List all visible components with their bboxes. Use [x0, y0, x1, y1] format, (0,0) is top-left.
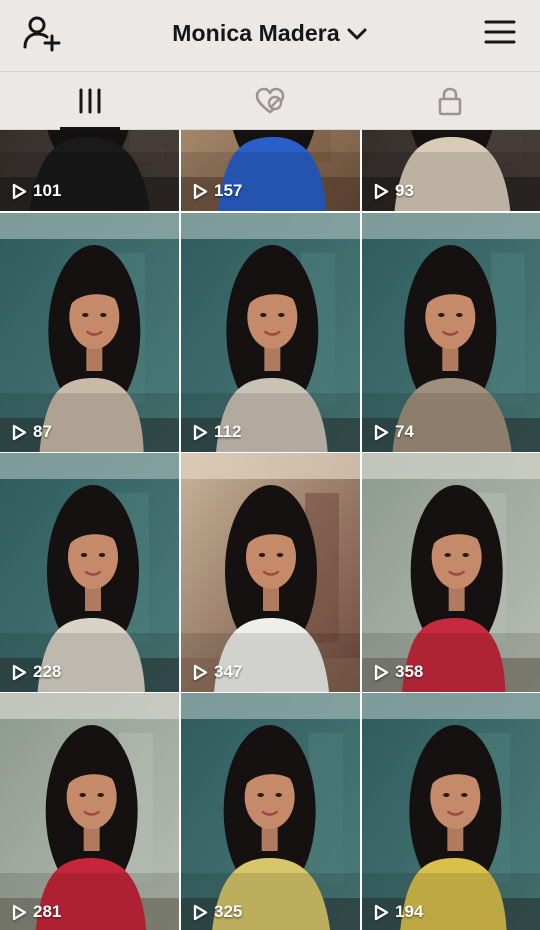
view-count: 281 — [12, 902, 61, 922]
view-count-value: 358 — [395, 662, 424, 681]
view-count: 112 — [193, 422, 241, 442]
view-count-value: 281 — [33, 902, 62, 921]
video-thumbnail — [0, 693, 179, 930]
video-tile[interactable]: 93 — [362, 130, 540, 211]
video-thumbnail — [362, 453, 540, 692]
play-icon — [374, 904, 389, 920]
view-count-value: 93 — [395, 181, 414, 200]
lock-icon — [438, 87, 462, 116]
video-tile[interactable]: 325 — [181, 693, 360, 930]
view-count: 87 — [12, 422, 52, 442]
video-thumbnail — [181, 453, 360, 692]
video-tile[interactable]: 112 — [181, 213, 360, 452]
video-tile[interactable]: 347 — [181, 453, 360, 692]
chevron-down-icon — [347, 28, 367, 40]
play-icon — [193, 904, 208, 920]
video-thumbnail — [0, 213, 179, 452]
video-tile[interactable]: 74 — [362, 213, 540, 452]
play-icon — [12, 424, 27, 440]
profile-tabs — [0, 72, 540, 130]
play-icon — [12, 664, 27, 680]
account-switcher[interactable]: Monica Madera — [0, 18, 540, 48]
view-count-value: 87 — [33, 422, 52, 441]
view-count: 358 — [374, 662, 423, 682]
view-count: 74 — [374, 422, 414, 442]
video-thumbnail — [181, 213, 360, 452]
view-count: 228 — [12, 662, 61, 682]
view-count-value: 112 — [214, 422, 242, 441]
view-count: 101 — [12, 181, 61, 201]
play-icon — [374, 183, 389, 199]
play-icon — [193, 664, 208, 680]
video-grid: 101 157 93 87 112 74 228 347 358 281 325… — [0, 130, 540, 930]
video-thumbnail — [0, 453, 179, 692]
hamburger-menu-icon[interactable] — [484, 18, 516, 46]
play-icon — [12, 183, 27, 199]
view-count-value: 194 — [395, 902, 424, 921]
profile-header: Monica Madera — [0, 0, 540, 72]
view-count-value: 74 — [395, 422, 414, 441]
view-count-value: 325 — [214, 902, 243, 921]
play-icon — [374, 664, 389, 680]
video-tile[interactable]: 228 — [0, 453, 179, 692]
video-thumbnail — [362, 213, 540, 452]
profile-username: Monica Madera — [172, 19, 340, 46]
video-tile[interactable]: 87 — [0, 213, 179, 452]
view-count-value: 157 — [214, 181, 243, 200]
play-icon — [374, 424, 389, 440]
video-thumbnail — [362, 693, 540, 930]
video-tile[interactable]: 281 — [0, 693, 179, 930]
view-count: 347 — [193, 662, 242, 682]
play-icon — [193, 183, 208, 199]
view-count: 157 — [193, 181, 242, 201]
video-tile[interactable]: 157 — [181, 130, 360, 211]
video-tile[interactable]: 101 — [0, 130, 179, 211]
view-count: 325 — [193, 902, 242, 922]
liked-hidden-icon — [255, 87, 285, 114]
video-thumbnail — [181, 693, 360, 930]
tab-liked[interactable] — [180, 72, 360, 130]
view-count-value: 347 — [214, 662, 243, 681]
tab-videos[interactable] — [0, 72, 180, 130]
video-tile[interactable]: 194 — [362, 693, 540, 930]
view-count-value: 101 — [33, 181, 62, 200]
view-count: 93 — [374, 181, 414, 201]
video-tile[interactable]: 358 — [362, 453, 540, 692]
grid-icon — [79, 88, 101, 114]
play-icon — [12, 904, 27, 920]
view-count: 194 — [374, 902, 423, 922]
tab-private[interactable] — [360, 72, 540, 130]
view-count-value: 228 — [33, 662, 62, 681]
play-icon — [193, 424, 208, 440]
